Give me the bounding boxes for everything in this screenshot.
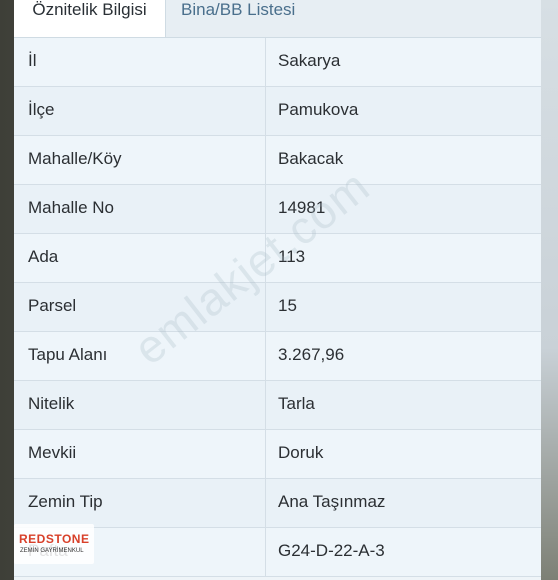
column-divider bbox=[265, 38, 266, 86]
row-value: 113 bbox=[278, 247, 306, 266]
logo-subtext: ZEMİN GAYRİMENKUL bbox=[20, 548, 84, 554]
row-value: Pamukova bbox=[278, 100, 359, 119]
row-label: Mevkii bbox=[28, 443, 77, 462]
column-divider bbox=[265, 332, 266, 380]
table-row: Mevkii Doruk bbox=[14, 430, 541, 479]
table-row: İlçe Pamukova bbox=[14, 87, 541, 136]
row-value: Doruk bbox=[278, 443, 324, 462]
column-divider bbox=[265, 283, 266, 331]
redstone-logo: REDSTONE ZEMİN GAYRİMENKUL bbox=[14, 524, 94, 564]
table-row: İl Sakarya bbox=[14, 38, 541, 87]
table-row: Mahalle No 14981 bbox=[14, 185, 541, 234]
row-value: Tarla bbox=[278, 394, 315, 413]
row-value: Sakarya bbox=[278, 51, 341, 70]
column-divider bbox=[265, 185, 266, 233]
tab-bina-bb-listesi[interactable]: Bina/BB Listesi bbox=[181, 0, 295, 37]
column-divider bbox=[265, 234, 266, 282]
table-row: Mahalle/Köy Bakacak bbox=[14, 136, 541, 185]
row-value: G24-D-22-A-3 bbox=[278, 541, 385, 560]
column-divider bbox=[265, 430, 266, 478]
column-divider bbox=[265, 136, 266, 184]
row-label: Ada bbox=[28, 247, 59, 266]
table-row: Nitelik Tarla bbox=[14, 381, 541, 430]
tab-bar: Öznitelik Bilgisi Bina/BB Listesi bbox=[14, 0, 541, 38]
row-value: 14981 bbox=[278, 198, 326, 217]
column-divider bbox=[265, 479, 266, 527]
logo-text: REDSTONE bbox=[19, 532, 90, 546]
row-label: Mahalle/Köy bbox=[28, 149, 122, 168]
row-value: Bakacak bbox=[278, 149, 344, 168]
row-label: Nitelik bbox=[28, 394, 75, 413]
row-value: Ana Taşınmaz bbox=[278, 492, 386, 511]
attribute-table: İl Sakarya İlçe Pamukova Mahalle/Köy Bak… bbox=[14, 38, 541, 577]
background-strip bbox=[541, 0, 558, 580]
row-value: 3.267,96 bbox=[278, 345, 345, 364]
row-label: Tapu Alanı bbox=[28, 345, 108, 364]
tab-oznitelik-bilgisi[interactable]: Öznitelik Bilgisi bbox=[14, 0, 166, 37]
column-divider bbox=[265, 381, 266, 429]
row-label: Zemin Tip bbox=[28, 492, 103, 511]
row-label: İl bbox=[28, 51, 37, 70]
row-value: 15 bbox=[278, 296, 297, 315]
column-divider bbox=[265, 87, 266, 135]
table-row: Tapu Alanı 3.267,96 bbox=[14, 332, 541, 381]
table-row: Zemin Tip Ana Taşınmaz bbox=[14, 479, 541, 528]
row-label: Parsel bbox=[28, 296, 77, 315]
table-row: Ada 113 bbox=[14, 234, 541, 283]
row-label: Mahalle No bbox=[28, 198, 114, 217]
row-label: İlçe bbox=[28, 100, 55, 119]
column-divider bbox=[265, 528, 266, 576]
table-row: Parsel 15 bbox=[14, 283, 541, 332]
